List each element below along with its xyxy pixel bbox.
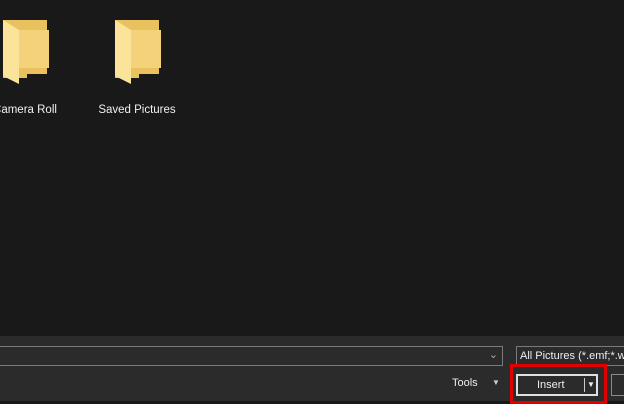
folder-camera-roll[interactable]: Camera Roll [0, 16, 75, 116]
folder-label: Saved Pictures [98, 104, 176, 116]
folder-saved-pictures[interactable]: Saved Pictures [87, 16, 187, 116]
cancel-button[interactable] [611, 374, 624, 396]
highlight-box [510, 364, 607, 404]
file-name-input[interactable]: ⌄ [0, 346, 503, 366]
file-type-filter[interactable]: All Pictures (*.emf;*.wmf [516, 346, 624, 366]
folder-label: Camera Roll [0, 104, 57, 116]
tools-button[interactable]: Tools [452, 377, 478, 389]
chevron-down-icon[interactable]: ⌄ [489, 348, 498, 361]
file-list: Camera Roll Saved Pictures [0, 0, 624, 336]
folder-icon [115, 20, 161, 84]
folder-icon [3, 20, 49, 84]
caret-down-icon[interactable]: ▼ [492, 378, 500, 387]
